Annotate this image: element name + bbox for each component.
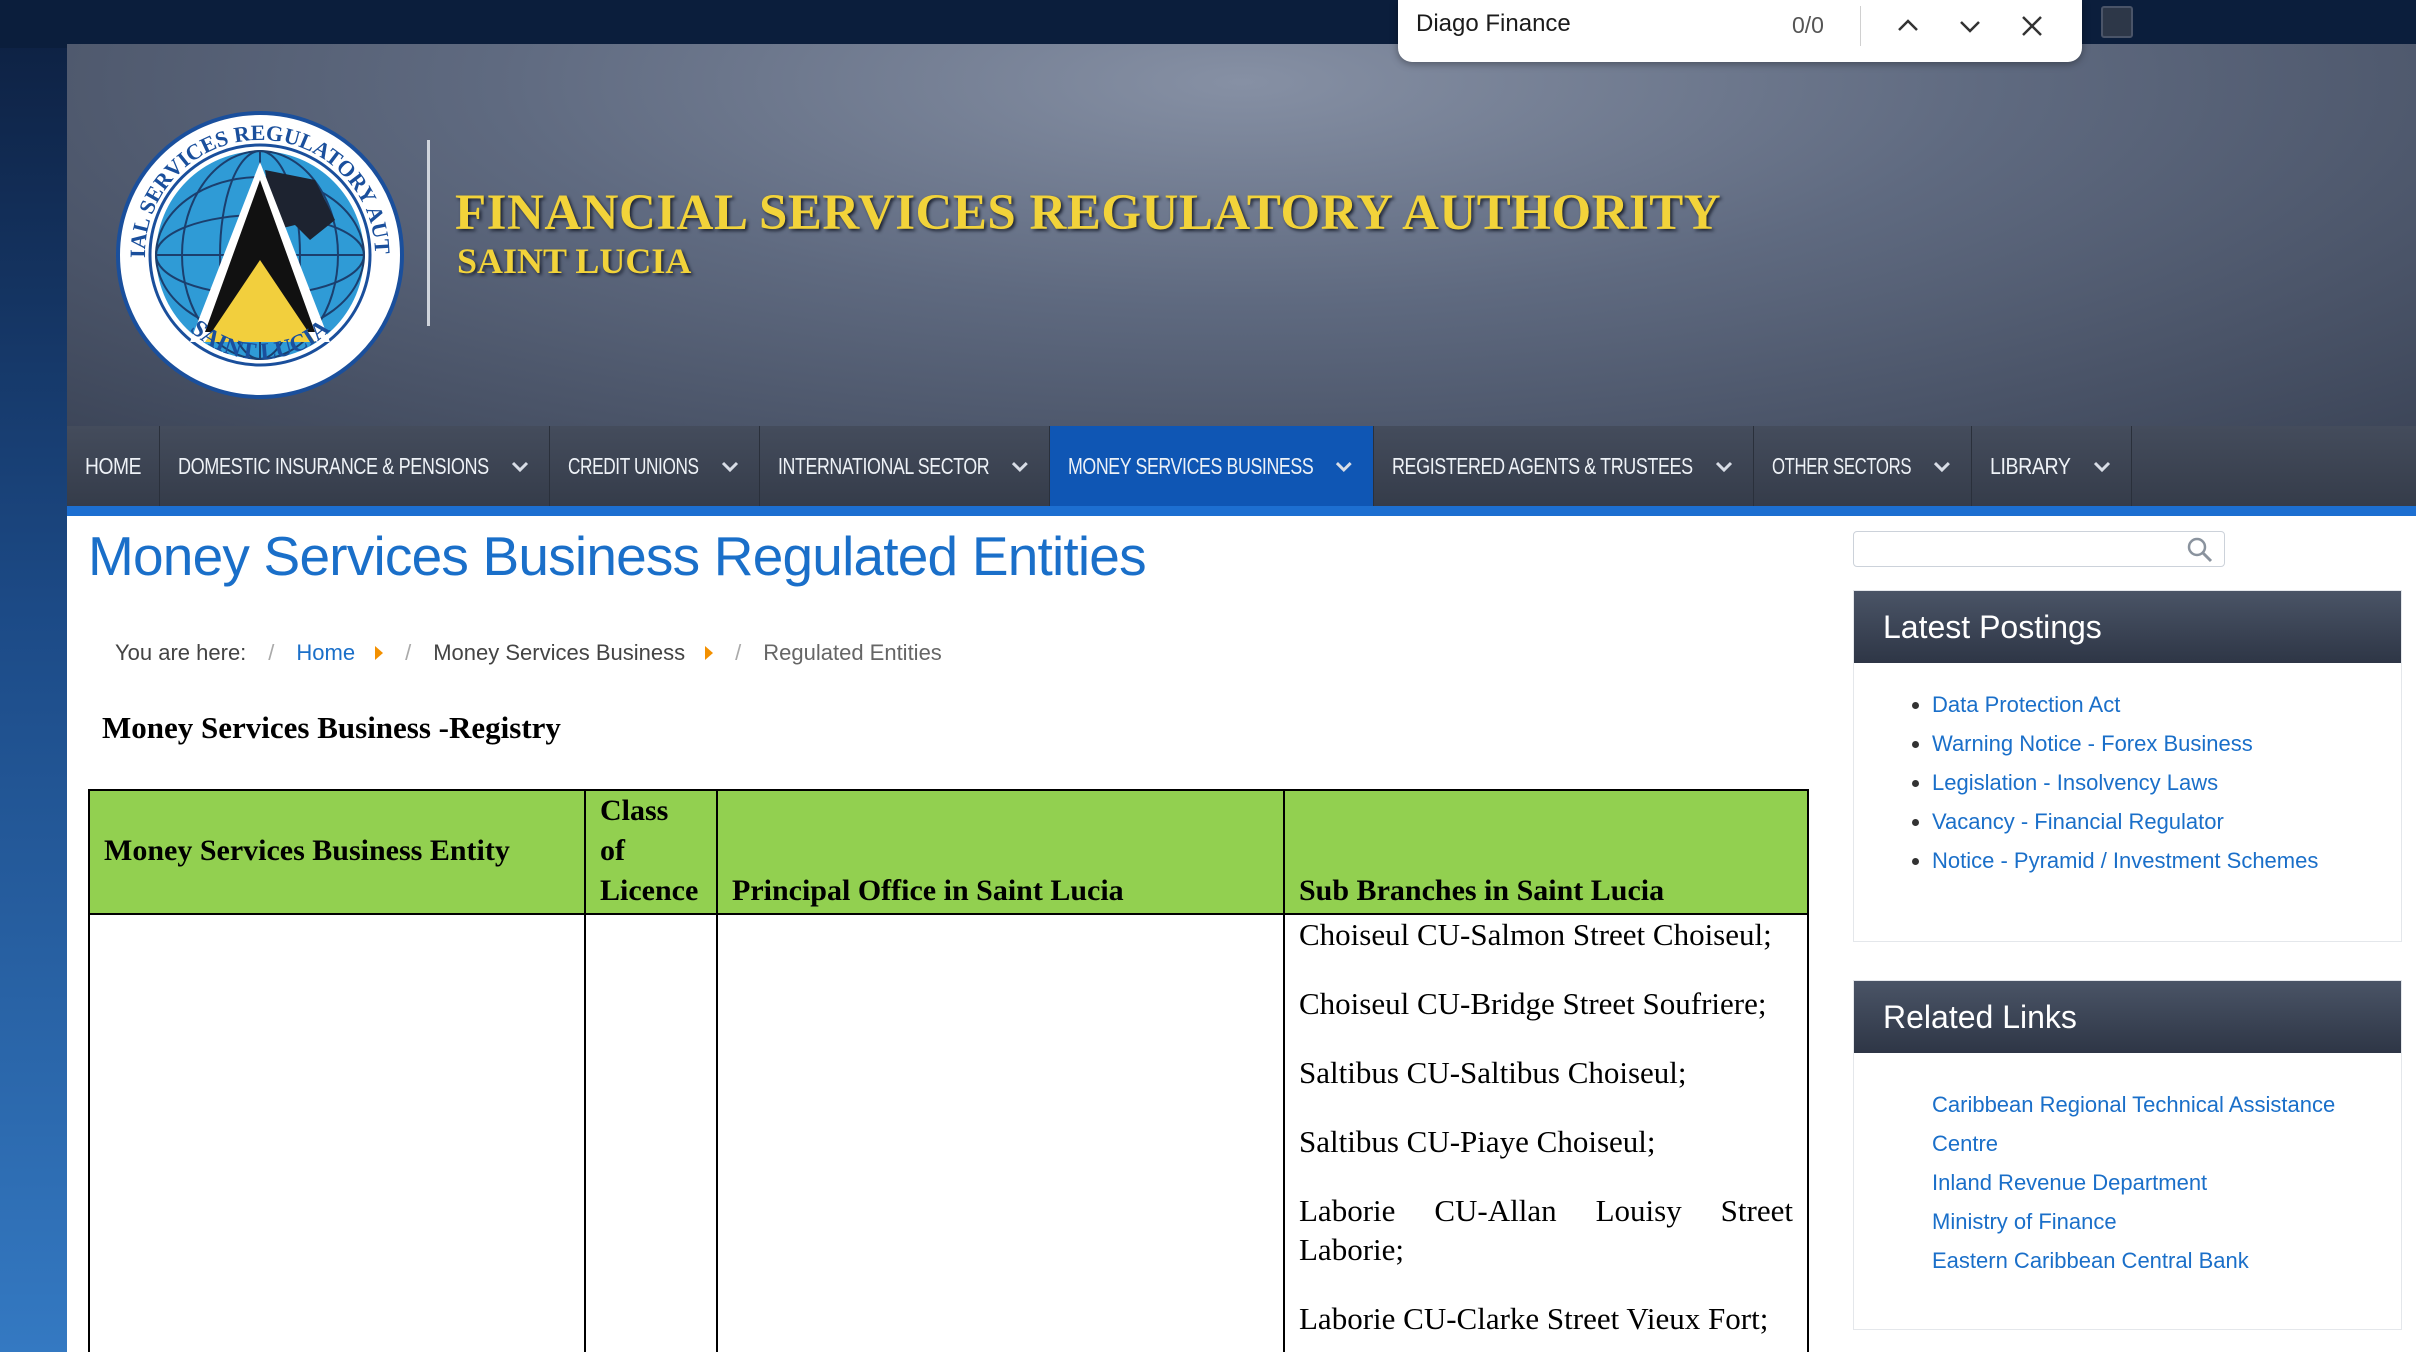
nav-item-domestic-insurance-pensions[interactable]: DOMESTIC INSURANCE & PENSIONS (160, 426, 550, 506)
table-cell-entity (88, 913, 586, 1352)
nav-item-registered-agents-trustees[interactable]: REGISTERED AGENTS & TRUSTEES (1374, 426, 1754, 506)
latest-postings-list: Data Protection Act Warning Notice - For… (1854, 663, 2401, 880)
triangle-right-icon (705, 646, 714, 660)
registry-title: Money Services Business -Registry (102, 710, 561, 745)
branch-entry: Saltibus CU-Piaye Choiseul; (1299, 1124, 1656, 1159)
related-link[interactable]: Centre (1932, 1124, 2401, 1163)
chevron-down-icon (1336, 462, 1353, 473)
related-links-title: Related Links (1854, 981, 2401, 1053)
window-icon[interactable] (2101, 6, 2133, 38)
list-item[interactable]: Notice - Pyramid / Investment Schemes (1932, 841, 2401, 880)
breadcrumb: You are here: / Home / Money Services Bu… (115, 640, 942, 666)
fsra-logo[interactable]: FINANCIAL SERVICES REGULATORY AUTHORITY … (115, 110, 405, 400)
nav-item-other-sectors[interactable]: OTHER SECTORS (1754, 426, 1972, 506)
related-links-list: Caribbean Regional Technical Assistance … (1854, 1053, 2401, 1280)
nav-item-label: INTERNATIONAL SECTOR (778, 452, 990, 479)
breadcrumb-section[interactable]: Money Services Business (433, 640, 685, 666)
table-cell-class (584, 913, 718, 1352)
nav-item-library[interactable]: LIBRARY (1972, 426, 2132, 506)
header-line: Licence (600, 874, 699, 907)
find-bar: Diago Finance 0/0 (1398, 0, 2082, 62)
chevron-down-icon (1715, 461, 1732, 473)
find-input[interactable]: Diago Finance (1416, 10, 1571, 38)
triangle-right-icon (375, 646, 384, 660)
chevron-down-icon (511, 461, 528, 473)
column-header-principal-office: Principal Office in Saint Lucia (716, 789, 1285, 915)
breadcrumb-home-link[interactable]: Home (296, 640, 355, 666)
latest-postings-title: Latest Postings (1854, 591, 2401, 663)
logo-divider (427, 140, 430, 326)
table-cell-principal (716, 913, 1285, 1352)
related-link[interactable]: Ministry of Finance (1932, 1202, 2401, 1241)
column-header-sub-branches: Sub Branches in Saint Lucia (1283, 789, 1809, 915)
header-line: of (600, 834, 625, 867)
site-subtitle: SAINT LUCIA (457, 241, 692, 281)
registry-table: Money Services Business Entity Class of … (88, 789, 1809, 1352)
related-link[interactable]: Inland Revenue Department (1932, 1163, 2401, 1202)
breadcrumb-separator: / (405, 640, 412, 665)
nav-item-label: MONEY SERVICES BUSINESS (1068, 452, 1314, 479)
table-header-row: Money Services Business Entity Class of … (88, 789, 1809, 915)
header-line: Class (600, 794, 669, 827)
related-link[interactable]: Eastern Caribbean Central Bank (1932, 1241, 2401, 1280)
site-title: FINANCIAL SERVICES REGULATORY AUTHORITY (455, 185, 1722, 241)
list-item[interactable]: Vacancy - Financial Regulator (1932, 802, 2401, 841)
breadcrumb-separator: / (268, 640, 275, 665)
nav-item-label: CREDIT UNIONS (568, 452, 699, 479)
nav-item-home[interactable]: HOME (67, 426, 160, 506)
branch-entry: Saltibus CU-Saltibus Choiseul; (1299, 1055, 1687, 1090)
close-icon[interactable] (2018, 12, 2046, 40)
find-match-count: 0/0 (1792, 12, 1824, 38)
chevron-down-icon (1934, 461, 1951, 473)
list-item[interactable]: Data Protection Act (1932, 685, 2401, 724)
breadcrumb-current: Regulated Entities (763, 640, 942, 665)
branch-entry: Laborie CU-Clarke Street Vieux Fort; (1299, 1301, 1769, 1336)
list-item[interactable]: Warning Notice - Forex Business (1932, 724, 2401, 763)
branch-entry: Laborie CU-Allan Louisy Street Laborie; (1299, 1193, 1793, 1267)
search-input[interactable] (1853, 531, 2225, 567)
table-row: Choiseul CU-Salmon Street Choiseul; Choi… (88, 913, 1809, 1352)
related-links-panel: Related Links Caribbean Regional Technic… (1853, 980, 2402, 1330)
chevron-down-icon (721, 461, 738, 473)
column-header-entity: Money Services Business Entity (88, 789, 586, 915)
branch-entry: Choiseul CU-Salmon Street Choiseul; (1299, 917, 1772, 952)
column-header-class-of-licence: Class of Licence (584, 789, 718, 915)
page-title: Money Services Business Regulated Entiti… (88, 525, 1147, 587)
nav-item-international-sector[interactable]: INTERNATIONAL SECTOR (760, 426, 1050, 506)
nav-item-label: OTHER SECTORS (1772, 452, 1912, 479)
nav-item-label: DOMESTIC INSURANCE & PENSIONS (178, 452, 489, 479)
breadcrumb-separator: / (735, 640, 742, 665)
main-nav: HOME DOMESTIC INSURANCE & PENSIONS CREDI… (67, 426, 2416, 516)
chevron-down-icon (1012, 461, 1029, 473)
list-item[interactable]: Legislation - Insolvency Laws (1932, 763, 2401, 802)
nav-item-credit-unions[interactable]: CREDIT UNIONS (550, 426, 760, 506)
branch-entry: Choiseul CU-Bridge Street Soufriere; (1299, 986, 1767, 1021)
find-divider (1860, 6, 1861, 46)
web-page: FINANCIAL SERVICES REGULATORY AUTHORITY … (67, 44, 2416, 1352)
breadcrumb-prefix: You are here: (115, 640, 247, 665)
search-icon[interactable] (2186, 536, 2214, 564)
site-header: FINANCIAL SERVICES REGULATORY AUTHORITY … (67, 44, 2416, 426)
latest-postings-panel: Latest Postings Data Protection Act Warn… (1853, 590, 2402, 942)
table-cell-branches: Choiseul CU-Salmon Street Choiseul; Choi… (1283, 913, 1809, 1352)
nav-item-money-services-business[interactable]: MONEY SERVICES BUSINESS (1050, 426, 1374, 506)
chevron-down-icon (2093, 461, 2110, 473)
nav-item-label: REGISTERED AGENTS & TRUSTEES (1392, 452, 1693, 479)
chevron-down-icon[interactable] (1956, 12, 1984, 40)
nav-item-label: HOME (85, 452, 141, 479)
nav-item-label: LIBRARY (1990, 452, 2071, 479)
related-link[interactable]: Caribbean Regional Technical Assistance (1932, 1085, 2401, 1124)
chevron-up-icon[interactable] (1894, 12, 1922, 40)
